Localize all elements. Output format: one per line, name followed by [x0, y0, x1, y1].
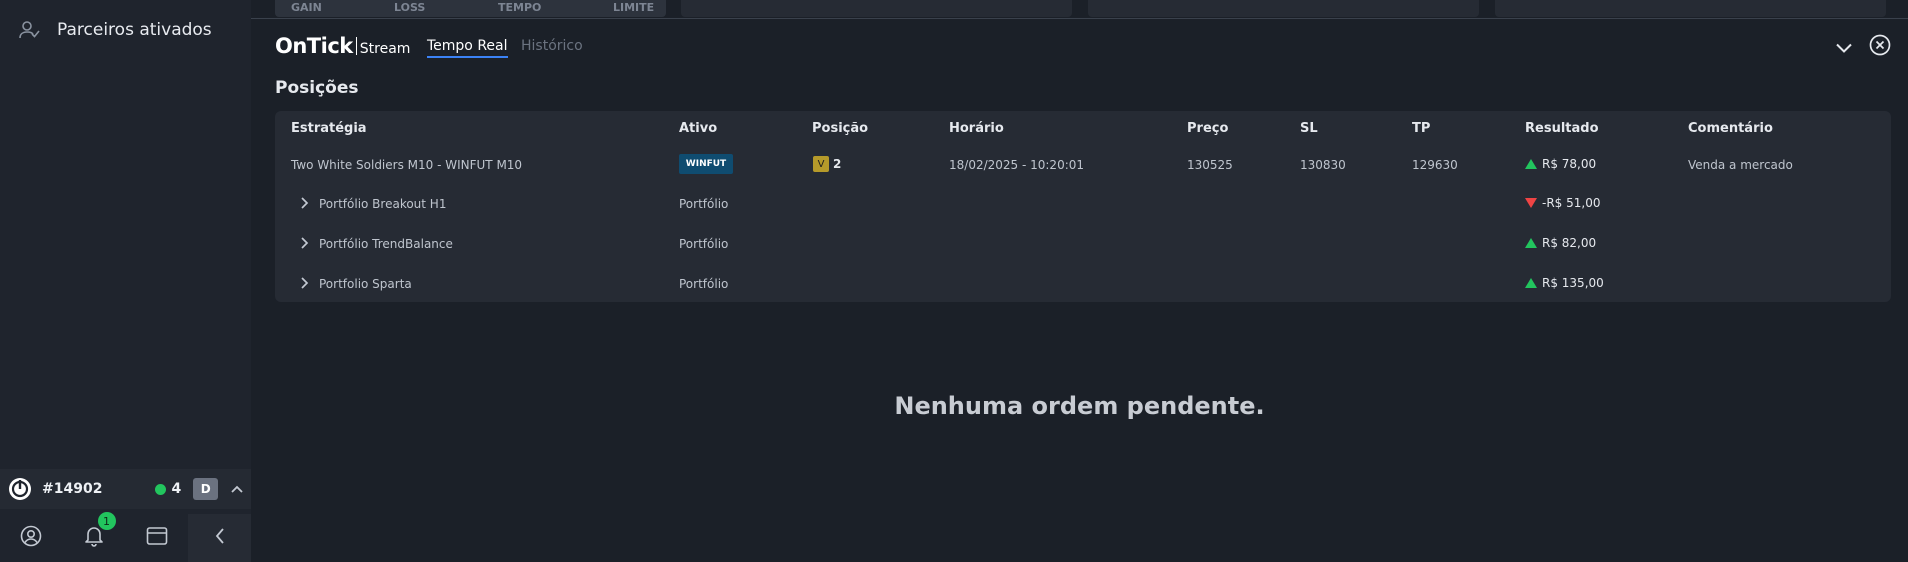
collapse-panel-button[interactable]: [1832, 35, 1856, 59]
window-button[interactable]: [126, 514, 189, 562]
column-header: Comentário: [1688, 121, 1773, 136]
triangle-up-icon: [1525, 159, 1537, 169]
card-strip: [1088, 0, 1479, 17]
empty-orders-message: Nenhuma ordem pendente.: [894, 392, 1265, 420]
card-strip: [681, 0, 1072, 17]
result-value: R$ 78,00: [1542, 157, 1597, 171]
table-row[interactable]: Two White Soldiers M10 - WINFUT M10 WINF…: [275, 150, 1891, 180]
position-qty: 2: [833, 157, 842, 171]
notification-badge: 1: [97, 512, 116, 530]
stop-loss: 130830: [1300, 158, 1346, 172]
chevron-right-icon[interactable]: [297, 196, 311, 210]
chevron-right-icon[interactable]: [297, 236, 311, 250]
sidebar-item-partners[interactable]: Parceiros ativados: [18, 16, 212, 44]
table-row[interactable]: Portfólio TrendBalance Portfólio R$ 82,0…: [275, 229, 1891, 259]
portfolio-name: Portfólio TrendBalance: [319, 237, 453, 251]
asset-tag: WINFUT: [679, 154, 733, 174]
status-dot-icon: [155, 483, 167, 495]
portfolio-asset: Portfólio: [679, 197, 729, 211]
metric-label: TEMPO: [498, 1, 542, 14]
bell-icon: [84, 525, 104, 551]
result-value: -R$ 51,00: [1542, 196, 1601, 210]
notifications-button[interactable]: 1: [63, 512, 126, 562]
card-metric-labels: GAIN LOSS TEMPO LIMITE: [275, 0, 666, 17]
triangle-up-icon: [1525, 278, 1537, 288]
window-icon: [146, 526, 168, 550]
collapse-sidebar-button[interactable]: [188, 514, 251, 562]
result: -R$ 51,00: [1525, 196, 1600, 210]
sidebar-item-label: Parceiros ativados: [57, 20, 212, 40]
chevron-up-icon[interactable]: [228, 480, 246, 498]
card-strip: [1495, 0, 1886, 17]
take-profit: 129630: [1412, 158, 1458, 172]
price: 130525: [1187, 158, 1233, 172]
tab-realtime[interactable]: Tempo Real: [427, 38, 508, 58]
bottom-nav: 1: [0, 512, 251, 562]
chevron-down-icon: [1836, 38, 1852, 57]
portfolio-name: Portfolio Sparta: [319, 277, 412, 291]
chevron-right-icon[interactable]: [297, 276, 311, 290]
comment: Venda a mercado: [1688, 158, 1793, 172]
sidebar: Parceiros ativados #14902 4 D 1: [0, 0, 251, 562]
strategy-name: Two White Soldiers M10 - WINFUT M10: [291, 158, 523, 172]
metric-label: GAIN: [291, 1, 322, 14]
account-type-badge[interactable]: D: [193, 478, 219, 500]
triangle-down-icon: [1525, 198, 1537, 208]
table-row[interactable]: Portfolio Sparta Portfólio R$ 135,00: [275, 269, 1891, 299]
order-time: 18/02/2025 - 10:20:01: [949, 158, 1085, 172]
result-value: R$ 82,00: [1542, 236, 1597, 250]
user-check-icon: [18, 18, 42, 42]
portfolio-asset: Portfólio: [679, 277, 729, 291]
result: R$ 82,00: [1525, 236, 1596, 250]
tab-history[interactable]: Histórico: [521, 38, 583, 54]
connection-count: 4: [171, 481, 182, 497]
profile-button[interactable]: [0, 514, 63, 562]
metric-label: LIMITE: [613, 1, 655, 14]
column-header: TP: [1412, 121, 1431, 136]
account-bar: #14902 4 D: [0, 469, 251, 509]
column-header: SL: [1300, 121, 1318, 136]
column-header: Posição: [812, 121, 869, 136]
side-badge: V: [813, 156, 829, 172]
portfolio-name: Portfólio Breakout H1: [319, 197, 447, 211]
result-value: R$ 135,00: [1542, 276, 1604, 290]
section-title: Posições: [275, 78, 359, 98]
column-header: Horário: [949, 121, 1004, 136]
divider: [251, 18, 1908, 19]
column-header: Preço: [1187, 121, 1229, 136]
result: R$ 135,00: [1525, 276, 1604, 290]
user-circle-icon: [20, 525, 42, 551]
brand-separator: [355, 37, 357, 55]
column-header: Estratégia: [291, 121, 367, 136]
table-row[interactable]: Portfólio Breakout H1 Portfólio -R$ 51,0…: [275, 189, 1891, 219]
metric-label: LOSS: [394, 1, 426, 14]
result: R$ 78,00: [1525, 157, 1596, 171]
brand-sub: Stream: [359, 41, 411, 57]
brand-main: OnTick: [275, 34, 353, 58]
column-header: Ativo: [679, 121, 718, 136]
account-id: #14902: [42, 481, 103, 497]
chevron-left-icon: [215, 528, 225, 548]
portfolio-asset: Portfólio: [679, 237, 729, 251]
brand-logo: OnTick Stream: [275, 34, 410, 58]
positions-table: Estratégia Ativo Posição Horário Preço S…: [275, 111, 1891, 302]
power-icon: [8, 477, 32, 501]
close-circle-icon: [1869, 34, 1891, 60]
triangle-up-icon: [1525, 238, 1537, 248]
column-header: Resultado: [1525, 121, 1599, 136]
close-panel-button[interactable]: [1868, 34, 1892, 60]
connection-status: 4: [155, 481, 181, 497]
